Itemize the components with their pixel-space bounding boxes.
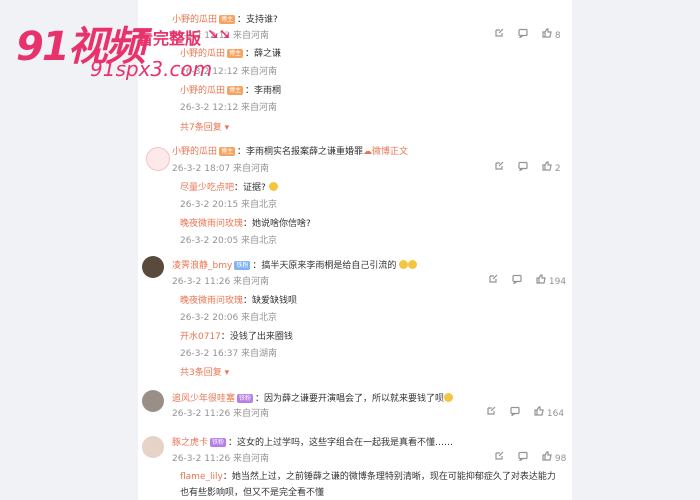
avatar[interactable] (146, 147, 170, 171)
reply-3-2: 开水0717：没钱了出来圈钱 (180, 329, 293, 342)
share-icon[interactable] (494, 161, 504, 174)
comment-3-meta: 26-3-2 11:26 来自河南 (172, 277, 270, 287)
avatar[interactable] (142, 256, 164, 278)
comment-5-user[interactable]: 豚之虎卡 (172, 438, 208, 448)
share-icon[interactable] (486, 406, 496, 419)
comment-3-likes: 194 (548, 277, 567, 287)
comment-4-actions: 164 (486, 406, 564, 419)
like-button[interactable]: 164 (534, 406, 564, 419)
watermark-tag: 看完整版 (137, 29, 202, 48)
reply-1-2-text: ：李雨桐 (245, 86, 282, 96)
comment-3-text: ：搞半天原来李雨桐是给自己引流的 (252, 261, 397, 271)
comment-5-likes: 98 (554, 454, 567, 464)
comment-1-text: ：支持谁? (237, 15, 278, 25)
comment-icon[interactable] (518, 451, 528, 464)
watermark-url: 91spx3.com (90, 57, 213, 81)
avatar[interactable] (142, 390, 164, 412)
blogger-badge: 博主 (219, 147, 236, 156)
reply-2-2-text: ：她说啥你信啥? (243, 219, 311, 229)
comment-2: 小野的瓜田 博主 ：李雨桐实名报案薛之谦重婚罪☁微博正文 (172, 144, 408, 157)
comment-1-likes: 8 (554, 31, 561, 41)
reply-3-1-meta: 26-3-2 20:06 来自北京 (180, 313, 278, 323)
reply-3-2-user[interactable]: 开水0717 (180, 332, 221, 342)
arrow-icon: ↘↘ (207, 27, 231, 43)
more-replies-label: 共7条回复 (180, 123, 222, 133)
comment-1-actions: 8 (494, 28, 561, 41)
reply-3-1-text: ：缺爱缺钱呗 (243, 296, 298, 306)
like-icon (542, 28, 552, 38)
chevron-down-icon: ▾ (224, 368, 230, 378)
like-icon (534, 406, 544, 416)
reply-3-1: 晚夜微雨问玫瑰：缺爱缺钱呗 (180, 293, 297, 306)
reply-2-1-user[interactable]: 尽量少吃点吧 (180, 183, 234, 193)
reply-5-1: flame_lily：她当然上过，之前锤薛之谦的微博条理特别清晰，现在可能抑郁症… (180, 469, 556, 482)
like-button[interactable]: 2 (542, 161, 561, 174)
weibo-link[interactable]: 微博正文 (372, 147, 408, 157)
comment-icon[interactable] (510, 406, 520, 419)
comment-4-text: ：因为薛之谦要开演唱会了，所以就来要钱了呗 (255, 394, 445, 404)
comment-2-likes: 2 (554, 164, 561, 174)
like-icon (542, 161, 552, 171)
emoji-icon (444, 393, 454, 402)
emoji-icon (268, 182, 278, 191)
like-icon (536, 274, 546, 284)
share-icon[interactable] (488, 274, 498, 287)
watermark-logo: 91视频 看完整版 ↘↘ 91spx3.com (0, 0, 230, 90)
reply-2-2-meta: 26-3-2 20:05 来自北京 (180, 236, 278, 246)
like-button[interactable]: 194 (536, 274, 566, 287)
comment-3-user[interactable]: 凌霁浪静_bmy (172, 261, 232, 271)
reply-5-1-cont: 也有些影响呗，但又不是完全看不懂 (180, 488, 325, 498)
share-icon[interactable] (494, 28, 504, 41)
reply-1-1-text: ：薛之谦 (245, 49, 282, 59)
comment-3-actions: 194 (488, 274, 566, 287)
fan-badge: 铁粉 (210, 438, 227, 447)
comment-5-actions: 98 (494, 451, 566, 464)
emoji-icon (408, 260, 418, 269)
comment-3: 凌霁浪静_bmy 铁粉 ：搞半天原来李雨桐是给自己引流的 (172, 258, 418, 271)
comment-2-text: ：李雨桐实名报案薛之谦重婚罪 (237, 147, 364, 157)
comment-5-meta: 26-3-2 11:26 来自河南 (172, 454, 270, 464)
link-icon: ☁ (363, 147, 373, 157)
more-replies-link[interactable]: 共3条回复 ▾ (180, 365, 229, 378)
chevron-down-icon: ▾ (224, 123, 230, 133)
reply-2-2-user[interactable]: 晚夜微雨问玫瑰 (180, 219, 243, 229)
more-replies-label: 共3条回复 (180, 368, 222, 378)
comment-2-meta: 26-3-2 18:07 来自河南 (172, 164, 270, 174)
reply-5-1-text: ：她当然上过，之前锤薛之谦的微博条理特别清晰，现在可能抑郁症久了对表达能力 (222, 472, 556, 482)
comment-2-user[interactable]: 小野的瓜田 (172, 147, 217, 157)
reply-2-1-text: ：证据? (234, 183, 266, 193)
fan-badge: 铁粉 (234, 261, 251, 270)
reply-2-1: 尽量少吃点吧：证据? (180, 180, 278, 193)
comment-4: 追风少年很哇塞 铁粉 ：因为薛之谦要开演唱会了，所以就来要钱了呗 (172, 391, 454, 404)
comment-4-meta: 26-3-2 11:26 来自河南 (172, 409, 270, 419)
reply-1-2-meta: 26-3-2 12:12 来自河南 (180, 103, 278, 113)
reply-3-1-user[interactable]: 晚夜微雨问玫瑰 (180, 296, 243, 306)
comment-2-actions: 2 (494, 161, 561, 174)
fan-badge: 铁粉 (237, 394, 254, 403)
reply-2-1-meta: 26-3-2 20:15 来自北京 (180, 200, 278, 210)
emoji-icon (399, 260, 409, 269)
comment-5-text: ：这女的上过学吗，这些字组合在一起我是真看不懂…… (228, 438, 454, 448)
comment-5: 豚之虎卡 铁粉 ：这女的上过学吗，这些字组合在一起我是真看不懂…… (172, 435, 453, 448)
reply-5-1-user[interactable]: flame_lily (180, 472, 223, 482)
reply-2-2: 晚夜微雨问玫瑰：她说啥你信啥? (180, 216, 311, 229)
avatar[interactable] (142, 436, 164, 458)
reply-3-2-meta: 26-3-2 16:37 来自湖南 (180, 349, 278, 359)
reply-3-2-text: ：没钱了出来圈钱 (220, 332, 293, 342)
like-icon (542, 451, 552, 461)
comment-4-likes: 164 (546, 409, 565, 419)
comment-icon[interactable] (518, 161, 528, 174)
like-button[interactable]: 8 (542, 28, 561, 41)
comment-4-user[interactable]: 追风少年很哇塞 (172, 394, 235, 404)
comment-icon[interactable] (512, 274, 522, 287)
like-button[interactable]: 98 (542, 451, 566, 464)
more-replies-link[interactable]: 共7条回复 ▾ (180, 120, 229, 133)
share-icon[interactable] (494, 451, 504, 464)
comment-icon[interactable] (518, 28, 528, 41)
